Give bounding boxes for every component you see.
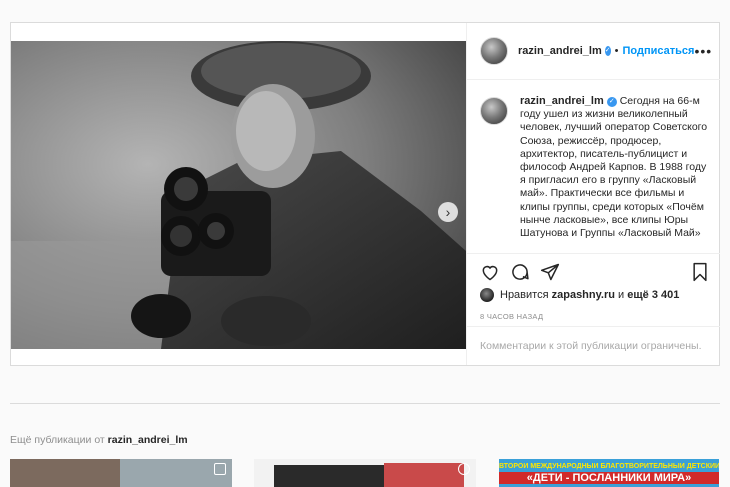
thumbnail-image <box>10 459 120 487</box>
thumbnail-post[interactable] <box>10 459 232 487</box>
thumbnail-image <box>274 465 394 487</box>
caption-body: razin_andrei_lm ✓ Сегодня на 66-м году уш… <box>520 95 710 250</box>
more-posts-heading: Ещё публикации от razin_andrei_lm <box>10 434 188 446</box>
photo-image <box>11 41 466 349</box>
likes-count-link[interactable]: ещё 3 401 <box>627 289 679 301</box>
verified-icon: ✓ <box>604 46 611 56</box>
caption-username[interactable]: razin_andrei_lm <box>520 95 604 107</box>
follow-button[interactable]: Подписаться <box>623 45 695 57</box>
caption-text: Сегодня на 66-м году ушел из жизни велик… <box>520 95 708 240</box>
next-photo-button[interactable]: › <box>438 202 458 222</box>
caption-avatar[interactable] <box>480 97 508 125</box>
divider <box>467 253 720 254</box>
post-card: › razin_andrei_lm ✓ • Подписаться ••• ra… <box>10 22 720 366</box>
liker-link[interactable]: zapashny.ru <box>552 289 615 301</box>
caption: razin_andrei_lm ✓ Сегодня на 66-м году уш… <box>480 95 710 250</box>
multiple-photos-icon <box>214 463 226 475</box>
separator-dot: • <box>614 45 619 57</box>
likes-middle: и <box>618 289 625 301</box>
poster-title: «ДЕТИ - ПОСЛАННИКИ МИРА» <box>499 472 719 484</box>
carousel-icon <box>458 463 470 475</box>
likes-prefix: Нравится <box>500 289 549 301</box>
post-sidebar: razin_andrei_lm ✓ • Подписаться ••• razi… <box>466 23 720 365</box>
bookmark-icon[interactable] <box>690 262 710 282</box>
thumbnail-post[interactable] <box>254 459 476 487</box>
thumbnail-post[interactable]: ВТОРОЙ МЕЖДУНАРОДНЫЙ БЛАГОТВОРИТЕЛЬНЫЙ Д… <box>499 459 719 487</box>
post-photo[interactable]: › <box>11 41 466 349</box>
share-icon[interactable] <box>540 262 560 282</box>
likes-row: Нравится zapashny.ru и ещё 3 401 <box>480 288 679 302</box>
post-header: razin_andrei_lm ✓ • Подписаться ••• <box>467 23 720 80</box>
section-divider <box>10 403 720 404</box>
chevron-right-icon: › <box>445 204 451 220</box>
comment-icon[interactable] <box>510 262 530 282</box>
liker-avatar[interactable] <box>480 288 494 302</box>
poster-banner: ВТОРОЙ МЕЖДУНАРОДНЫЙ БЛАГОТВОРИТЕЛЬНЫЙ Д… <box>499 463 719 470</box>
comments-disabled-notice: Комментарии к этой публикации ограничены… <box>467 326 720 365</box>
more-posts-username[interactable]: razin_andrei_lm <box>108 434 188 446</box>
action-bar <box>480 261 710 283</box>
thumbnail-image <box>384 463 464 487</box>
username-link[interactable]: razin_andrei_lm <box>518 45 602 57</box>
post-timestamp[interactable]: 8 ЧАСОВ НАЗАД <box>480 312 543 321</box>
more-posts-prefix: Ещё публикации от <box>10 434 105 446</box>
verified-icon: ✓ <box>606 97 617 107</box>
more-options-icon[interactable]: ••• <box>694 43 712 59</box>
heart-icon[interactable] <box>480 262 500 282</box>
avatar[interactable] <box>480 37 508 65</box>
